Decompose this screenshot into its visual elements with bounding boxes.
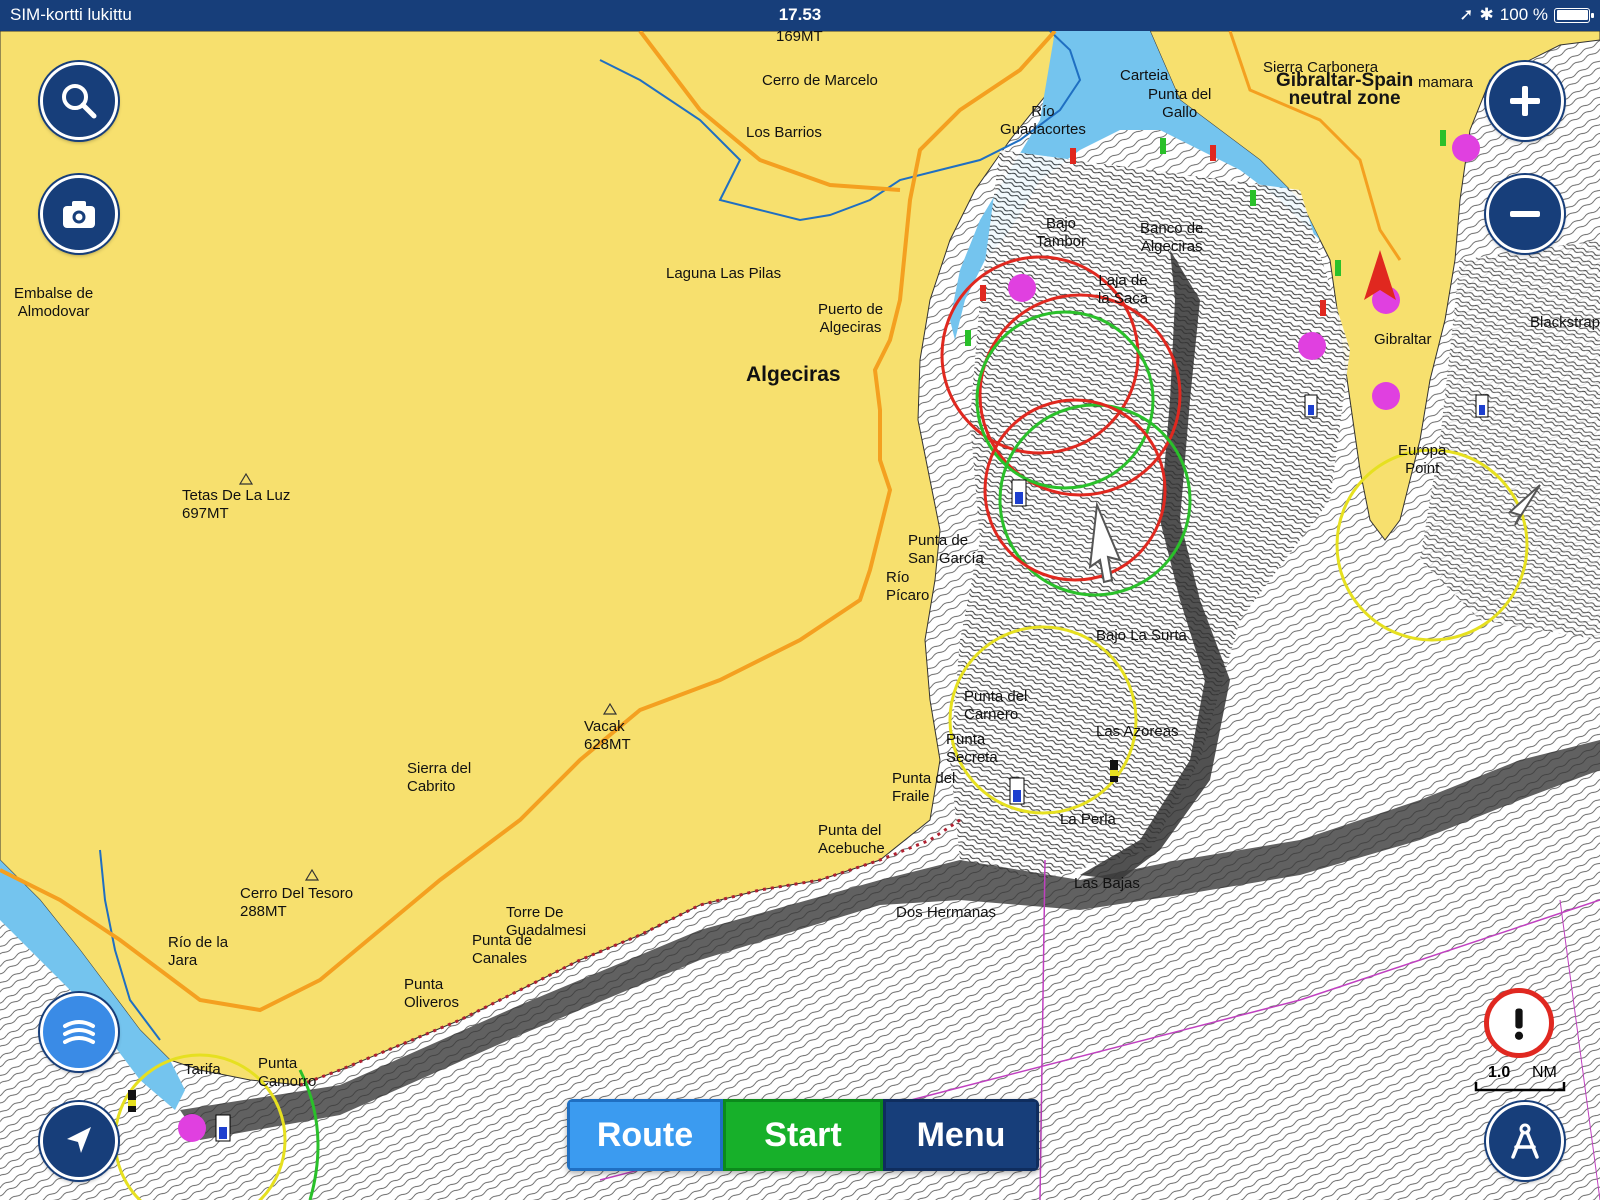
map-label-mamara: mamara bbox=[1418, 74, 1474, 91]
zoom-in-button[interactable] bbox=[1486, 62, 1564, 140]
map-label-carteia: Carteia bbox=[1120, 67, 1169, 84]
sonar-button[interactable] bbox=[40, 993, 118, 1071]
map-label-rio-jara: Río de la Jara bbox=[168, 934, 229, 969]
map-label-la-perla: La Perla bbox=[1060, 811, 1116, 828]
map-label-tetas: Tetas De La Luz 697MT bbox=[182, 487, 291, 522]
bluetooth-icon: ✱ bbox=[1479, 5, 1494, 24]
map-label-punta-fraile: Punta del Fraile bbox=[892, 770, 956, 805]
map-label-europa-point: Europa Point bbox=[1398, 442, 1447, 477]
battery-percent: 100 % bbox=[1499, 5, 1548, 24]
minus-icon bbox=[1510, 211, 1540, 217]
battery-fill bbox=[1556, 10, 1588, 20]
start-button[interactable]: Start bbox=[723, 1099, 883, 1171]
scale-bar: 1.0 NM bbox=[1474, 1064, 1566, 1092]
scale-unit: NM bbox=[1532, 1064, 1557, 1081]
map-label-blackstrap: Blackstrap bbox=[1530, 314, 1600, 331]
map-label-gibraltar: Gibraltar bbox=[1374, 331, 1432, 348]
exclamation-icon bbox=[1514, 1008, 1524, 1040]
map-label-punta-gallo: Punta del Gallo bbox=[1148, 86, 1212, 121]
map-label-punta-oliveros: Punta Oliveros bbox=[404, 976, 460, 1011]
map-label-punta-san-garcia: Punta de San García bbox=[908, 532, 984, 567]
map-label-cerro-marcelo: Cerro de Marcelo bbox=[762, 72, 878, 89]
map-label-vacak: Vacak 628MT bbox=[584, 718, 631, 753]
map-label-los-barrios: Los Barrios bbox=[746, 124, 822, 141]
map-label-neutral-zone: Gibraltar-Spain neutral zone bbox=[1276, 70, 1414, 109]
sonar-icon bbox=[63, 1020, 95, 1044]
nautical-chart[interactable] bbox=[0, 0, 1600, 1200]
map-label-cerro-tesoro: Cerro Del Tesoro 288MT bbox=[240, 885, 354, 920]
compass-icon bbox=[1511, 1123, 1539, 1159]
map-label-las-azoreas: Las Azoreas bbox=[1096, 723, 1179, 740]
status-right: ➚ ✱ 100 % bbox=[1459, 5, 1594, 25]
battery-icon bbox=[1554, 7, 1594, 23]
map-label-bajo-la-surta: Bajo La Surta bbox=[1096, 627, 1187, 644]
map-label-punta-acebuche: Punta del Acebuche bbox=[818, 822, 885, 857]
map-label-las-bajas: Las Bajas bbox=[1074, 875, 1140, 892]
clock: 17.53 bbox=[778, 5, 822, 24]
map-label-tarifa: Tarifa bbox=[184, 1061, 221, 1078]
warning-button[interactable] bbox=[1484, 988, 1554, 1058]
anchor-alarm-button[interactable] bbox=[1486, 1102, 1564, 1180]
status-bar: SIM-kortti lukittu 17.53 ➚ ✱ 100 % bbox=[0, 0, 1600, 31]
map-label-punta-camorro: Punta Camorro bbox=[258, 1055, 317, 1090]
plus-icon bbox=[1510, 86, 1540, 116]
map-label-rio-guadacortes: Río Guadacortes bbox=[1000, 103, 1086, 138]
locate-button[interactable] bbox=[40, 1102, 118, 1180]
scale-value: 1.0 bbox=[1488, 1064, 1511, 1081]
map-label-laja-saca: Laja de la Saca bbox=[1098, 272, 1149, 307]
map-label-rio-picaro: Río Pícaro bbox=[886, 569, 930, 604]
map-label-puerto-algeciras: Puerto de Algeciras bbox=[818, 301, 884, 336]
map-label-punta-canales: Punta de Canales bbox=[472, 932, 533, 967]
map-label-punta-secreta: Punta Secreta bbox=[946, 731, 998, 766]
search-button[interactable] bbox=[40, 62, 118, 140]
map-label-sierra-cabrito: Sierra del Cabrito bbox=[407, 760, 472, 795]
zoom-out-button[interactable] bbox=[1486, 175, 1564, 253]
menu-button[interactable]: Menu bbox=[883, 1099, 1039, 1171]
bottom-toolbar: Route Start Menu bbox=[567, 1099, 1039, 1171]
search-icon bbox=[62, 84, 97, 119]
map-label-algeciras: Algeciras bbox=[746, 363, 841, 386]
map-label-punta-carnero: Punta del Carnero bbox=[964, 688, 1028, 723]
map-label-banco-algeciras: Banco de Algeciras bbox=[1140, 220, 1204, 255]
navigation-arrow-icon bbox=[67, 1127, 91, 1153]
camera-button[interactable] bbox=[40, 175, 118, 253]
map-label-dos-hermanas: Dos Hermanas bbox=[896, 904, 997, 921]
map-label-bajo-tambor: Bajo Tambor bbox=[1036, 215, 1087, 250]
map-label-laguna: Laguna Las Pilas bbox=[666, 265, 782, 282]
location-icon: ➚ bbox=[1459, 5, 1474, 24]
map-label-embalse: Embalse de Almodovar bbox=[14, 285, 94, 320]
route-button[interactable]: Route bbox=[567, 1099, 723, 1171]
camera-icon bbox=[63, 201, 95, 228]
